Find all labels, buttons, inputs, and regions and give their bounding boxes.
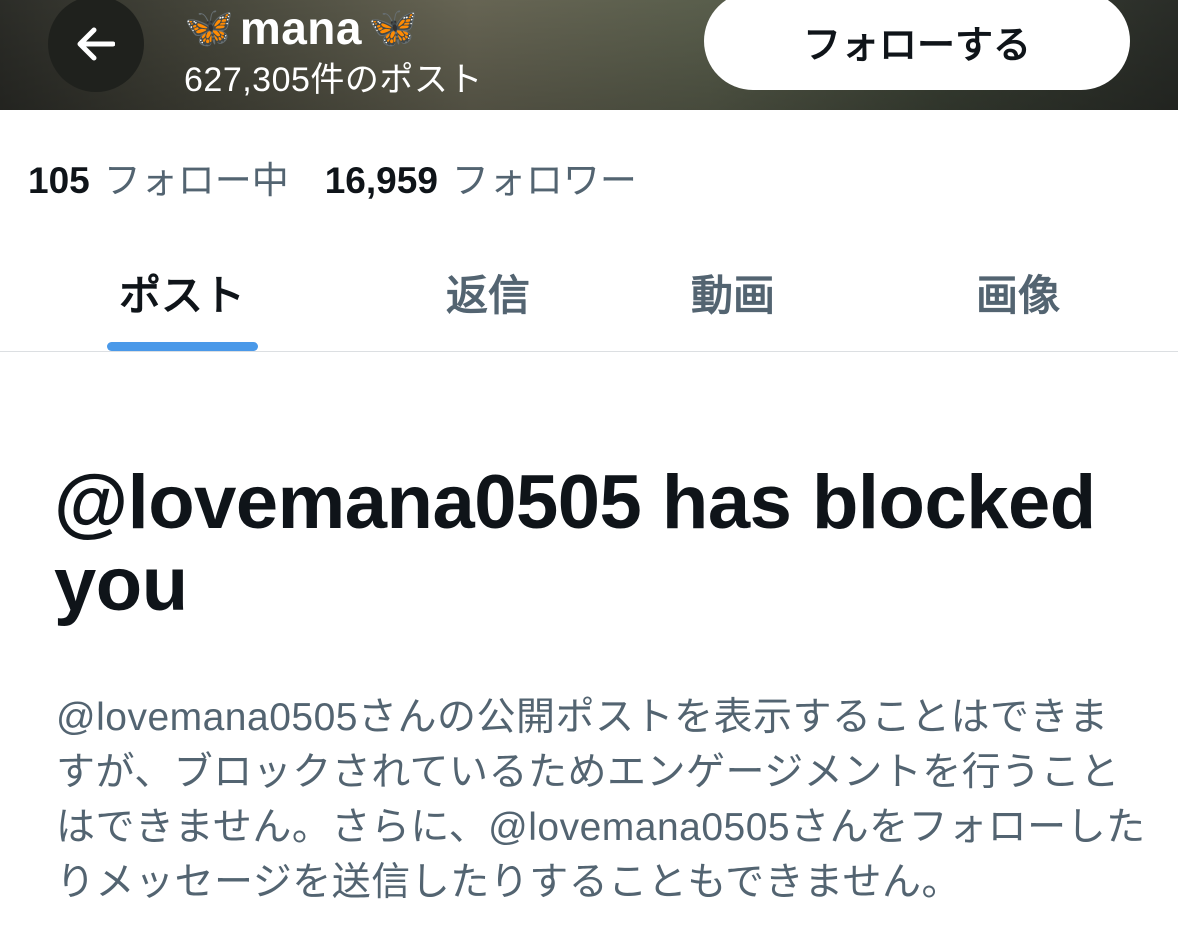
following-stat[interactable]: 105 フォロー中 bbox=[28, 150, 289, 204]
butterfly-icon: 🦋 bbox=[184, 5, 234, 51]
profile-name-row: 🦋 mana 🦋 bbox=[184, 0, 483, 56]
following-label: フォロー中 bbox=[103, 160, 289, 201]
butterfly-icon: 🦋 bbox=[367, 5, 418, 51]
post-count: 627,305件のポスト bbox=[184, 61, 483, 99]
tab-videos[interactable]: 動画 bbox=[691, 262, 775, 323]
tab-images[interactable]: 画像 bbox=[976, 262, 1060, 323]
tab-posts[interactable]: ポスト bbox=[119, 262, 245, 323]
followers-label: フォロワー bbox=[451, 160, 637, 201]
arrow-left-icon bbox=[77, 27, 115, 61]
profile-header-banner: 🦋 mana 🦋 627,305件のポスト フォローする bbox=[0, 0, 1178, 110]
profile-tabs: ポスト 返信 動画 画像 bbox=[0, 232, 1178, 352]
blocked-description: @lovemana0505さんの公開ポストを表示することはできますが、ブロックさ… bbox=[56, 696, 1146, 904]
followers-count: 16,959 bbox=[324, 160, 438, 201]
blocked-title: @lovemana0505 has blocked you bbox=[54, 460, 1096, 627]
tab-replies[interactable]: 返信 bbox=[446, 262, 530, 323]
followers-stat[interactable]: 16,959 フォロワー bbox=[325, 150, 637, 204]
following-count: 105 bbox=[28, 160, 90, 201]
profile-name: mana bbox=[239, 2, 362, 54]
active-tab-indicator bbox=[107, 342, 258, 351]
profile-title-block: 🦋 mana 🦋 627,305件のポスト bbox=[184, 0, 483, 101]
follow-stats: 105 フォロー中 16,959 フォロワー bbox=[28, 150, 673, 204]
follow-button[interactable]: フォローする bbox=[704, 0, 1130, 90]
back-button[interactable] bbox=[48, 0, 144, 92]
